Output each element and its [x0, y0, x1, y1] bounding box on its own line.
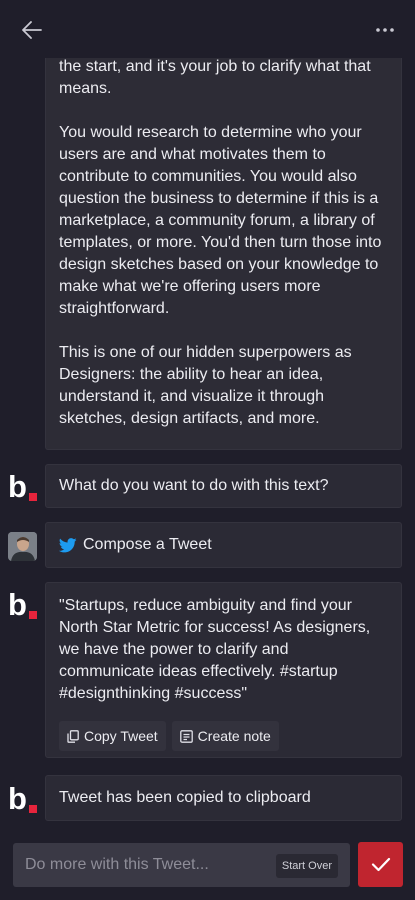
copied-status-text: Tweet has been copied to clipboard — [59, 789, 311, 806]
bot-avatar: b — [8, 781, 38, 816]
bot-avatar: b — [8, 469, 38, 504]
more-options-button[interactable] — [371, 16, 399, 44]
copy-tweet-button[interactable]: Copy Tweet — [59, 721, 166, 751]
chat-thread[interactable]: the start, and it's your job to clarify … — [0, 58, 415, 830]
copied-status-message: Tweet has been copied to clipboard — [45, 775, 402, 821]
bot-avatar: b — [8, 587, 38, 622]
start-over-button[interactable]: Start Over — [275, 854, 338, 878]
bot-prompt-message: What do you want to do with this text? — [45, 464, 402, 508]
article-paragraph: You would research to determine who your… — [59, 124, 382, 317]
more-horizontal-icon — [376, 28, 394, 32]
check-icon — [371, 857, 390, 872]
tweet-actions: Copy Tweet Create note — [59, 721, 388, 751]
article-paragraph: the start, and it's your job to clarify … — [59, 58, 371, 97]
composer-input[interactable] — [13, 843, 292, 887]
prompt-text: What do you want to do with this text? — [59, 477, 329, 494]
copy-icon — [67, 729, 79, 743]
create-note-button[interactable]: Create note — [171, 721, 279, 751]
top-bar — [0, 0, 415, 58]
user-choice-text: Compose a Tweet — [83, 536, 212, 553]
composer-input-box: Start Over — [13, 843, 350, 887]
confirm-button[interactable] — [358, 842, 403, 887]
arrow-left-icon — [22, 21, 42, 39]
user-photo-icon — [8, 532, 37, 561]
user-choice-message: Compose a Tweet — [45, 522, 402, 568]
bot-logo-icon: b — [8, 781, 27, 816]
article-paragraph: This is one of our hidden superpowers as… — [59, 344, 352, 427]
tweet-message: "Startups, reduce ambiguity and find you… — [45, 582, 402, 758]
bot-logo-icon: b — [8, 469, 27, 504]
tweet-text: "Startups, reduce ambiguity and find you… — [59, 597, 371, 702]
article-text-message: the start, and it's your job to clarify … — [45, 58, 402, 450]
user-avatar — [8, 532, 37, 561]
back-button[interactable] — [18, 16, 46, 44]
bot-logo-icon: b — [8, 587, 27, 622]
note-icon — [179, 729, 193, 743]
twitter-bird-icon — [59, 537, 77, 552]
composer-bar: Start Over — [0, 830, 415, 900]
